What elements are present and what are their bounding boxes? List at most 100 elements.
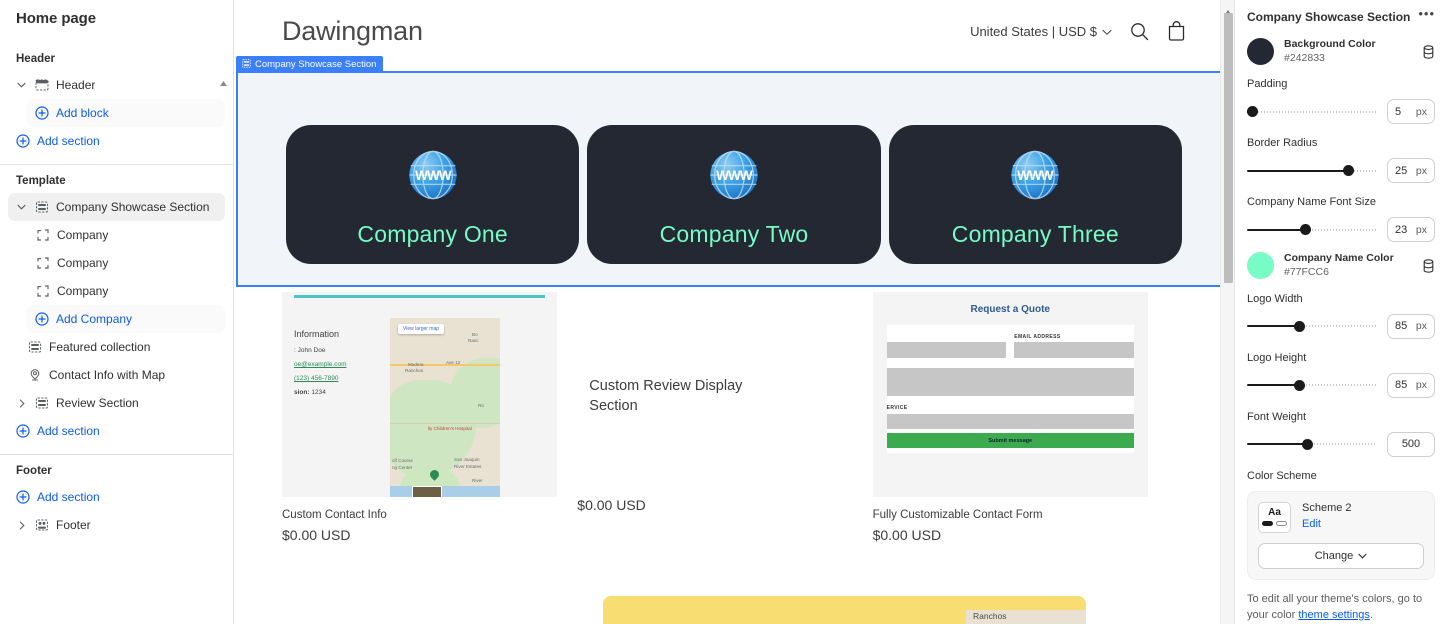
email-field[interactable] [1014, 342, 1134, 358]
contact-info-email[interactable]: oe@example.com [294, 361, 390, 368]
chevron-down-icon[interactable] [16, 80, 27, 91]
preview-scrollbar[interactable] [1220, 0, 1234, 624]
contact-info-phone[interactable]: (123) 456-7890 [294, 375, 390, 382]
company-card[interactable]: WWW Company One [286, 125, 580, 264]
company-name-color-setting[interactable]: Company Name Color #77FCC6 [1247, 252, 1435, 280]
selected-section-outline[interactable]: Company Showcase Section WWW Company One… [236, 56, 1232, 287]
theme-settings-link[interactable]: theme settings [1298, 609, 1370, 621]
quote-form-input-row [886, 342, 1134, 358]
scheme-thumbnail-pills [1262, 521, 1287, 527]
padding-slider[interactable] [1247, 105, 1377, 119]
page-title: Home page [16, 10, 96, 27]
add-block-button[interactable]: Add block [27, 99, 225, 127]
color-scheme-name: Scheme 2 [1302, 502, 1352, 515]
chevron-down-icon [1358, 550, 1367, 562]
map-banner-section[interactable]: Ranchos Ranchos [603, 596, 1086, 624]
add-company-button[interactable]: Add Company [27, 305, 225, 333]
settings-panel-header: Company Showcase Section ••• [1247, 6, 1435, 28]
name-field[interactable] [886, 342, 1007, 358]
company-name-font-size-setting: Company Name Font Size 23 px [1247, 196, 1435, 243]
map-road [390, 423, 500, 424]
product-card[interactable]: Information : John Doe oe@example.com (1… [282, 292, 577, 543]
chevron-right-icon[interactable] [16, 398, 27, 409]
product-title[interactable]: Fully Customizable Contact Form [873, 509, 1148, 521]
sidebar-item-featured-collection[interactable]: Featured collection [8, 333, 225, 361]
sidebar-item-company-2[interactable]: Company [8, 249, 225, 277]
preview-scrollbar-thumb[interactable] [1224, 13, 1233, 283]
logo-height-value-input[interactable]: 85 px [1387, 372, 1435, 398]
extension-value: 1234 [311, 389, 326, 396]
more-options-icon[interactable]: ••• [1418, 7, 1435, 23]
add-section-button-template[interactable]: Add section [8, 417, 225, 445]
chevron-down-icon[interactable] [16, 202, 27, 213]
sidebar-item-label: Footer [56, 518, 91, 532]
add-section-button-header[interactable]: Add section [8, 127, 225, 155]
border-radius-value-input[interactable]: 25 px [1387, 158, 1435, 184]
sidebar-group-label: Footer [16, 465, 52, 477]
sidebar-item-header[interactable]: Header [8, 71, 225, 99]
color-scheme-edit-link[interactable]: Edit [1302, 518, 1321, 530]
chevron-right-icon[interactable] [16, 520, 27, 531]
search-icon[interactable] [1130, 22, 1149, 41]
product-price: $0.00 USD [872, 527, 942, 543]
sidebar-item-contact-info-with-map[interactable]: Contact Info with Map [8, 361, 225, 389]
logo-width-label: Logo Width [1247, 292, 1303, 305]
svg-text:WWW: WWW [415, 168, 452, 183]
company-name-color-hex: #77FCC6 [1284, 265, 1329, 278]
border-radius-unit: px [1415, 164, 1427, 177]
background-color-setting[interactable]: Background Color #242833 [1247, 38, 1435, 66]
google-map-embed[interactable]: View larger map Bo Ranc Madera Ranchos A… [390, 318, 500, 497]
color-scheme-summary: Aa Scheme 2 Edit [1258, 501, 1424, 533]
sidebar-scroll-area[interactable]: Header Header Add block Add section Temp… [0, 39, 233, 624]
view-larger-map-button[interactable]: View larger map [398, 324, 445, 334]
sidebar-item-review-section[interactable]: Review Section [8, 389, 225, 417]
logo-width-slider[interactable] [1247, 319, 1377, 333]
dynamic-source-icon[interactable] [1422, 44, 1435, 59]
product-card[interactable]: Custom Review Display Section $0.00 USD [577, 292, 872, 543]
logo-height-slider[interactable] [1247, 378, 1377, 392]
service-field[interactable] [886, 414, 1134, 429]
border-radius-value: 25 [1395, 164, 1408, 177]
font-weight-slider[interactable] [1247, 437, 1377, 451]
product-title[interactable]: Custom Contact Info [282, 509, 557, 521]
locale-currency-picker[interactable]: United States | USD $ [970, 24, 1112, 39]
padding-control-row: 5 px [1247, 99, 1435, 125]
header-section-icon [34, 78, 49, 93]
sidebar-item-label: Company [57, 256, 109, 270]
storefront-preview[interactable]: Dawingman United States | USD $ Company … [234, 0, 1234, 624]
cart-icon[interactable] [1167, 21, 1186, 41]
message-field[interactable] [886, 368, 1134, 396]
sidebar-item-company-1[interactable]: Company [8, 221, 225, 249]
background-color-swatch[interactable] [1247, 38, 1274, 66]
submit-message-button[interactable]: Submit message [886, 433, 1134, 448]
contact-info-text: Information : John Doe oe@example.com (1… [294, 329, 390, 403]
company-name-color-swatch[interactable] [1247, 252, 1274, 280]
product-card[interactable]: Request a Quote EMAIL ADDRESS ERVICE Sub… [872, 292, 1168, 543]
globe-www-icon: WWW [406, 148, 460, 207]
sidebar-item-company-showcase-section[interactable]: Company Showcase Section [8, 193, 225, 221]
sidebar-item-label: Company [57, 284, 109, 298]
logo-width-value-input[interactable]: 85 px [1387, 313, 1435, 339]
selected-section-badge[interactable]: Company Showcase Section [236, 56, 384, 73]
sidebar-group-footer: Footer Add section Footer [0, 457, 233, 539]
change-scheme-button[interactable]: Change [1258, 542, 1424, 569]
border-radius-control-row: 25 px [1247, 158, 1435, 184]
sidebar-item-company-3[interactable]: Company [8, 277, 225, 305]
shop-logo[interactable]: Dawingman [282, 16, 423, 47]
theme-settings-help-text: To edit all your theme's colors, go to y… [1247, 592, 1435, 624]
border-radius-slider[interactable] [1247, 164, 1377, 178]
font-weight-label: Font Weight [1247, 410, 1307, 423]
padding-value-input[interactable]: 5 px [1387, 99, 1435, 125]
add-section-button-footer[interactable]: Add section [8, 483, 225, 511]
map-label: Ranc [468, 338, 479, 343]
font-weight-value-input[interactable]: 500 [1387, 431, 1435, 457]
dynamic-source-icon[interactable] [1422, 259, 1435, 273]
font-size-value-input[interactable]: 23 px [1387, 217, 1435, 243]
sidebar-item-label: Company [57, 228, 109, 242]
sidebar-item-footer[interactable]: Footer [8, 511, 225, 539]
map-label: Ranchos [405, 368, 424, 373]
map-street-view-thumbnail[interactable] [412, 486, 442, 497]
company-card[interactable]: WWW Company Two [587, 125, 881, 264]
company-card[interactable]: WWW Company Three [888, 125, 1182, 264]
font-size-slider[interactable] [1247, 223, 1377, 237]
